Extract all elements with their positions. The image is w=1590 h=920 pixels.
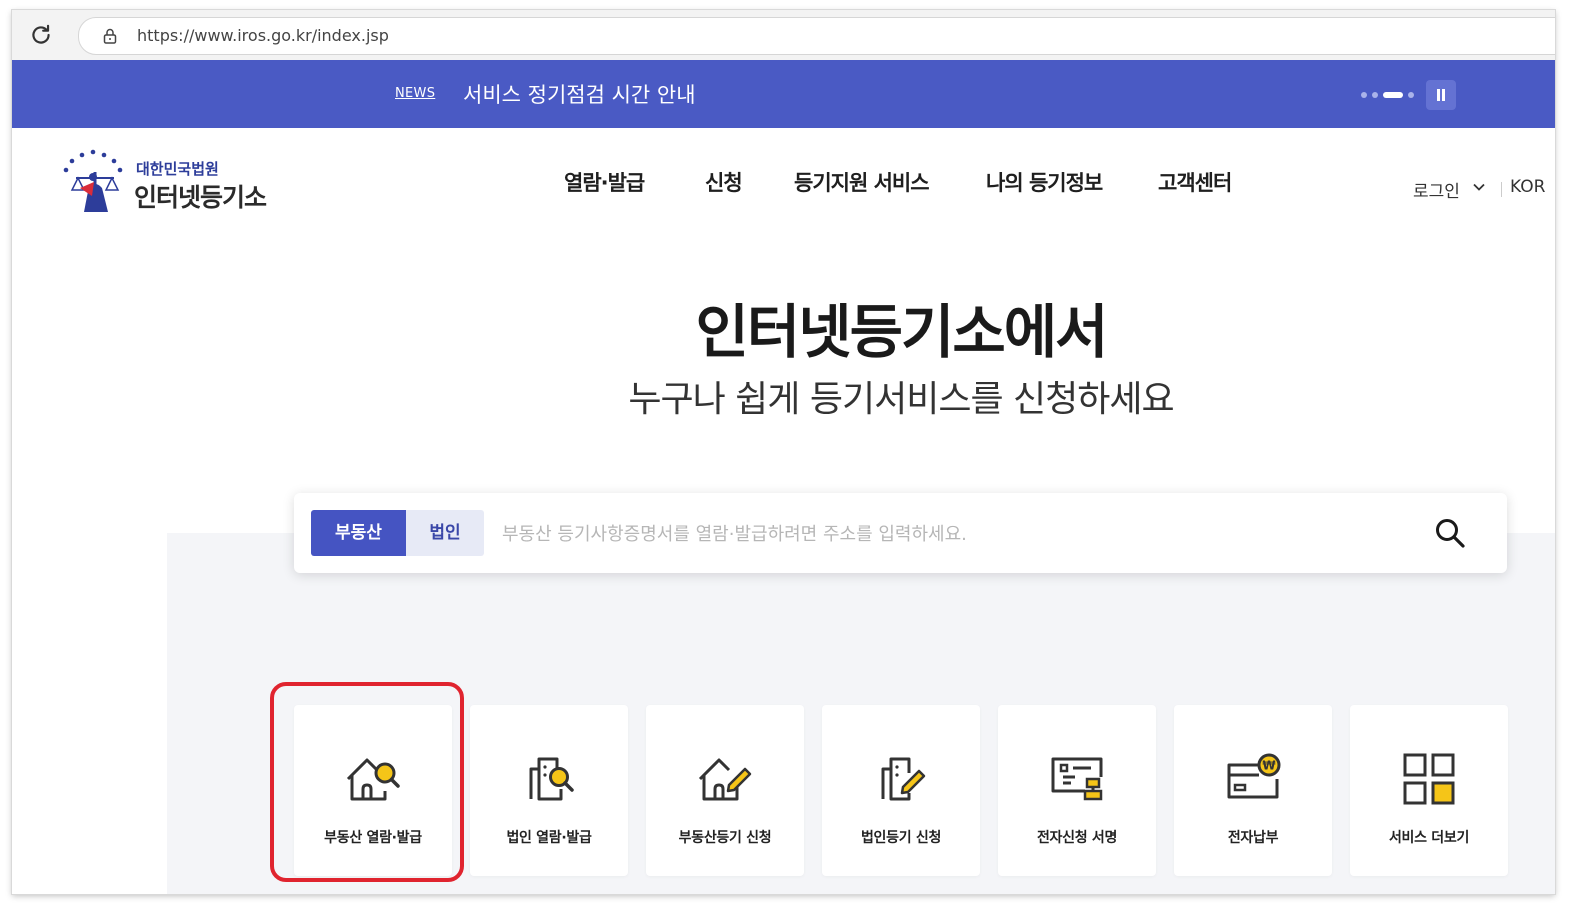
address-search-input[interactable]	[500, 510, 1404, 558]
news-dot-active[interactable]	[1383, 92, 1403, 98]
chevron-down-icon[interactable]	[1472, 180, 1486, 194]
house-edit-icon	[698, 758, 752, 801]
lock-icon[interactable]	[101, 27, 119, 45]
browser-window: https://www.iros.go.kr/index.jsp NEWS 서비…	[12, 10, 1555, 894]
service-label: 전자납부	[1227, 830, 1279, 846]
search-icon[interactable]	[1432, 515, 1468, 551]
language-selector[interactable]: KOR	[1510, 177, 1545, 197]
pause-button[interactable]	[1426, 80, 1456, 110]
service-card-corporation-view[interactable]: 법인 열람·발급	[470, 705, 628, 876]
nav-view-issue[interactable]: 열람·발급	[564, 167, 645, 197]
url-text[interactable]: https://www.iros.go.kr/index.jsp	[137, 26, 389, 45]
search-box: 부동산 법인	[294, 493, 1507, 573]
browser-toolbar: https://www.iros.go.kr/index.jsp	[12, 10, 1555, 60]
service-card-e-sign[interactable]: 전자신청 서명	[998, 705, 1156, 876]
grid-more-icon	[1403, 753, 1455, 805]
service-card-real-estate-apply[interactable]: 부동산등기 신청	[646, 705, 804, 876]
service-card-e-payment[interactable]: ₩ 전자납부	[1174, 705, 1332, 876]
nav-registry-support[interactable]: 등기지원 서비스	[794, 167, 930, 197]
service-card-more[interactable]: 서비스 더보기	[1350, 705, 1508, 876]
news-label[interactable]: NEWS	[395, 86, 435, 101]
news-headline[interactable]: 서비스 정기점검 시간 안내	[463, 79, 696, 109]
news-dot[interactable]	[1408, 92, 1414, 98]
news-dot[interactable]	[1361, 92, 1367, 98]
nav-customer-center[interactable]: 고객센터	[1158, 167, 1232, 197]
court-emblem-icon	[63, 149, 123, 212]
service-card-corporation-apply[interactable]: 법인등기 신청	[822, 705, 980, 876]
service-label: 서비스 더보기	[1388, 830, 1470, 846]
tab-real-estate[interactable]: 부동산	[311, 510, 406, 556]
nav-my-registry[interactable]: 나의 등기정보	[986, 167, 1103, 197]
address-bar[interactable]: https://www.iros.go.kr/index.jsp	[78, 17, 1555, 55]
logo-subtitle: 대한민국법원	[136, 160, 219, 178]
login-button[interactable]: 로그인	[1413, 177, 1460, 202]
service-label: 전자신청 서명	[1036, 830, 1118, 846]
building-search-icon	[529, 757, 574, 801]
reload-icon[interactable]	[28, 22, 54, 48]
highlight-box	[270, 682, 464, 882]
news-dot[interactable]	[1372, 92, 1378, 98]
logo-title: 인터넷등기소	[134, 183, 267, 212]
service-label: 부동산등기 신청	[678, 830, 772, 846]
building-edit-icon	[881, 757, 926, 801]
card-payment-icon: ₩	[1227, 753, 1281, 799]
news-banner: NEWS 서비스 정기점검 시간 안내	[12, 60, 1555, 128]
service-label: 법인 열람·발급	[506, 830, 592, 846]
site-logo[interactable]: 대한민국법원 인터넷등기소	[56, 148, 286, 218]
nav-apply[interactable]: 신청	[705, 167, 743, 197]
svg-text:₩: ₩	[1262, 759, 1276, 773]
e-sign-icon	[1051, 757, 1103, 801]
divider	[1501, 182, 1502, 197]
service-label: 법인등기 신청	[860, 830, 942, 846]
tab-corporation[interactable]: 법인	[406, 510, 484, 556]
hero-title: 인터넷등기소에서	[695, 298, 1109, 366]
hero-subtitle: 누구나 쉽게 등기서비스를 신청하세요	[628, 379, 1174, 420]
